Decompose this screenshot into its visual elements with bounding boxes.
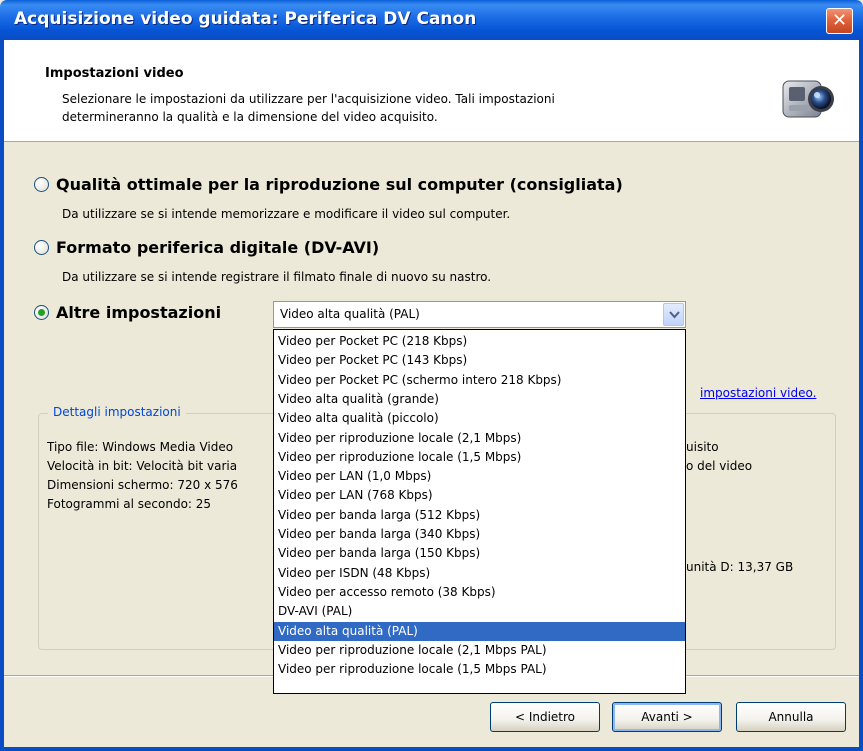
camcorder-icon	[782, 80, 834, 118]
dropdown-option[interactable]: Video per banda larga (512 Kbps)	[274, 506, 685, 525]
dropdown-option[interactable]: Video per LAN (768 Kbps)	[274, 486, 685, 505]
dropdown-option[interactable]: Video per Pocket PC (218 Kbps)	[274, 332, 685, 351]
window-frame-left	[0, 40, 4, 751]
video-settings-select[interactable]: Video alta qualità (PAL)	[273, 301, 686, 328]
dropdown-option[interactable]: Video per banda larga (150 Kbps)	[274, 544, 685, 563]
detail-frame-rate: Fotogrammi al secondo: 25	[47, 497, 212, 511]
radio-dv-avi[interactable]	[34, 240, 49, 255]
option-optimal-quality[interactable]: Qualità ottimale per la riproduzione sul…	[34, 175, 623, 194]
option-optimal-quality-description: Da utilizzare se si intende memorizzare …	[62, 207, 511, 221]
detail-file-type: Tipo file: Windows Media Video	[47, 440, 234, 454]
dropdown-option[interactable]: Video alta qualità (piccolo)	[274, 409, 685, 428]
option-dv-avi-description: Da utilizzare se si intende registrare i…	[62, 270, 492, 284]
select-dropdown-button[interactable]	[663, 303, 684, 326]
detail-right-fragment: uisito	[686, 440, 719, 454]
close-button[interactable]: ✕	[826, 8, 853, 34]
dropdown-option[interactable]: Video per riproduzione locale (2,1 Mbps)	[274, 429, 685, 448]
video-settings-dropdown-list[interactable]: Video per Pocket PC (218 Kbps) Video per …	[273, 329, 686, 694]
dropdown-option[interactable]: Video per Pocket PC (schermo intero 218 …	[274, 371, 685, 390]
dropdown-option[interactable]: DV-AVI (PAL)	[274, 602, 685, 621]
detail-right-fragment: o del video	[686, 459, 753, 473]
wizard-header: Impostazioni video Selezionare le impost…	[4, 40, 859, 142]
window-frame-right	[859, 40, 863, 751]
option-other-settings[interactable]: Altre impostazioni	[34, 303, 221, 322]
window-frame-bottom	[0, 747, 863, 751]
dropdown-option[interactable]: Video per banda larga (340 Kbps)	[274, 525, 685, 544]
back-button[interactable]: < Indietro	[490, 702, 600, 732]
page-description: Selezionare le impostazioni da utilizzar…	[62, 92, 555, 124]
settings-details-title: Dettagli impostazioni	[48, 405, 186, 419]
dropdown-option[interactable]: Video per riproduzione locale (1,5 Mbps)	[274, 448, 685, 467]
next-button[interactable]: Avanti >	[612, 702, 722, 732]
select-value: Video alta qualità (PAL)	[280, 307, 420, 321]
dropdown-option[interactable]: Video alta qualità (PAL)	[274, 621, 685, 641]
dropdown-option[interactable]: Video per riproduzione locale (2,1 Mbps …	[274, 641, 685, 660]
dropdown-option[interactable]: Video alta qualità (grande)	[274, 390, 685, 409]
window-title: Acquisizione video guidata: Periferica D…	[14, 9, 477, 29]
dropdown-option[interactable]: Video per Pocket PC (143 Kbps)	[274, 351, 685, 370]
chevron-down-icon	[669, 311, 680, 319]
detail-bitrate: Velocità in bit: Velocità bit varia	[47, 459, 238, 473]
dropdown-option[interactable]: Video per LAN (1,0 Mbps)	[274, 467, 685, 486]
detail-screen-size: Dimensioni schermo: 720 x 576	[47, 478, 238, 492]
page-title: Impostazioni video	[45, 66, 184, 81]
option-dv-avi[interactable]: Formato periferica digitale (DV-AVI)	[34, 238, 379, 257]
dropdown-option[interactable]: Video per accesso remoto (38 Kbps)	[274, 583, 685, 602]
radio-optimal-quality[interactable]	[34, 177, 49, 192]
detail-disk-space: unità D: 13,37 GB	[686, 560, 794, 574]
dropdown-option[interactable]: Video per ISDN (48 Kbps)	[274, 564, 685, 583]
title-bar[interactable]: Acquisizione video guidata: Periferica D…	[0, 0, 863, 40]
cancel-button[interactable]: Annulla	[736, 702, 846, 732]
dropdown-option[interactable]: Video per riproduzione locale (1,5 Mbps …	[274, 660, 685, 679]
video-settings-link[interactable]: impostazioni video.	[700, 386, 816, 400]
radio-other-settings[interactable]	[34, 305, 49, 320]
